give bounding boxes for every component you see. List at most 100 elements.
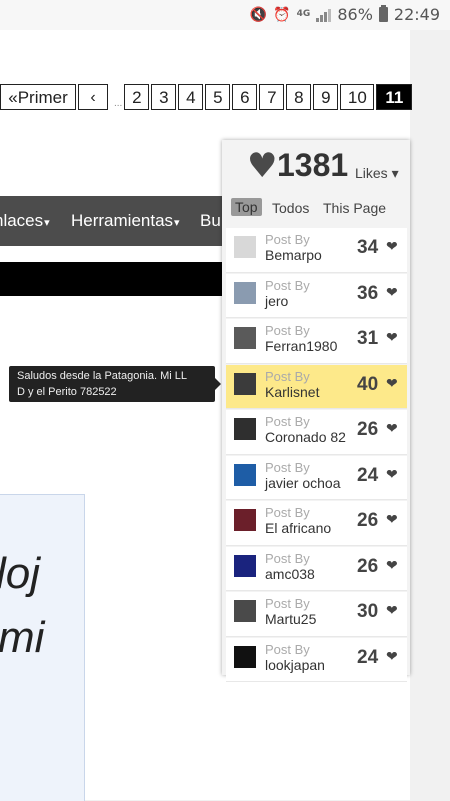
avatar[interactable]	[234, 600, 256, 622]
heart-icon: ❤	[386, 375, 398, 392]
like-score: 31	[357, 328, 379, 349]
post-by-label: Post By	[265, 550, 310, 566]
likes-row[interactable]: Post By jero 36 ❤	[226, 273, 407, 318]
likes-row[interactable]: Post By amc038 26 ❤	[226, 546, 407, 591]
heart-icon: ❤	[386, 648, 398, 665]
menu-item-enlaces[interactable]: nlaces▾	[0, 211, 50, 231]
page-link[interactable]: 3	[151, 84, 177, 110]
tab-top[interactable]: Top	[231, 198, 262, 216]
username[interactable]: El africano	[265, 520, 331, 536]
heart-icon: ❤	[386, 284, 398, 301]
prev-page-button[interactable]: ‹	[78, 84, 108, 110]
like-score: 24	[357, 464, 379, 486]
likes-row[interactable]: Post By lookjapan 24 ❤	[226, 637, 407, 682]
tooltip-line: Saludos desde la Patagonia. Mi LL	[17, 370, 188, 382]
post-by-label: Post By	[265, 323, 310, 338]
page-link[interactable]: 6	[232, 84, 258, 110]
post-by-label: Post By	[265, 641, 310, 657]
likes-count: 1381	[277, 147, 349, 183]
heart-icon: ♥	[247, 146, 278, 186]
likes-list: Post By Bemarpo 34 ❤ Post By jero 36 ❤ Post By Fe…	[226, 228, 407, 683]
battery-icon	[378, 5, 388, 22]
heart-icon: ❤	[386, 330, 398, 346]
avatar[interactable]	[234, 509, 256, 531]
likes-row[interactable]: Post By Ferran1980 31 ❤	[226, 319, 407, 364]
like-score: 26	[357, 555, 379, 577]
clock: 22:49	[393, 5, 440, 24]
heart-icon: ❤	[386, 239, 398, 255]
like-score: 36	[357, 282, 379, 304]
like-score: 34	[357, 237, 379, 258]
likes-row[interactable]: Post By Karlisnet 40 ❤	[226, 364, 407, 409]
like-score: 40	[357, 373, 379, 395]
tab-todos[interactable]: Todos	[272, 200, 309, 216]
username[interactable]: Martu25	[265, 611, 316, 627]
mute-icon: 🔇	[249, 6, 268, 23]
menu-item-label: nlaces	[0, 211, 44, 230]
first-page-button[interactable]: «Primer	[0, 84, 76, 110]
likes-widget: ♥ 1381 Likes ▾ Top Todos This Page Post …	[222, 140, 410, 682]
likes-row[interactable]: Post By Bemarpo 34 ❤	[226, 228, 407, 273]
post-by-label: Post By	[265, 232, 310, 247]
current-page[interactable]: 11	[376, 84, 413, 110]
status-bar: 🔇 ⏰ 4G 86% 22:49	[0, 0, 450, 30]
page-link[interactable]: 8	[286, 84, 312, 110]
alarm-icon: ⏰	[273, 6, 291, 23]
heart-icon: ❤	[386, 466, 398, 483]
black-bar	[0, 262, 222, 296]
likes-row[interactable]: Post By Martu25 30 ❤	[226, 592, 407, 637]
heart-icon: ❤	[386, 512, 398, 528]
heart-icon: ❤	[386, 421, 398, 437]
page-link[interactable]: 4	[178, 84, 204, 110]
avatar[interactable]	[234, 327, 256, 349]
likes-row[interactable]: Post By javier ochoa 24 ❤	[226, 455, 407, 500]
avatar[interactable]	[234, 372, 256, 395]
avatar[interactable]	[234, 236, 256, 258]
nav-menu: nlaces▾ Herramientas▾ Bu	[0, 196, 222, 246]
tooltip-arrow	[215, 378, 221, 390]
post-by-label: Post By	[265, 596, 310, 611]
menu-item-herramientas[interactable]: Herramientas▾	[71, 211, 180, 231]
likes-dropdown[interactable]: Likes ▾	[355, 165, 399, 182]
page-link[interactable]: 10	[340, 84, 375, 110]
username[interactable]: lookjapan	[265, 657, 325, 673]
post-by-label: Post By	[265, 277, 310, 293]
username[interactable]: jero	[265, 293, 288, 309]
likes-row[interactable]: Post By El africano 26 ❤	[226, 501, 407, 546]
username[interactable]: javier ochoa	[265, 475, 341, 491]
avatar[interactable]	[234, 281, 256, 304]
post-text-panel: loj mi	[0, 494, 85, 801]
post-by-label: Post By	[265, 459, 310, 475]
network-type: 4G	[296, 9, 311, 19]
page-link[interactable]: 5	[205, 84, 231, 110]
avatar[interactable]	[234, 418, 256, 440]
likes-header: ♥ 1381 Likes ▾	[222, 140, 410, 188]
page-link[interactable]: 9	[313, 84, 339, 110]
avatar[interactable]	[234, 554, 256, 577]
like-score: 24	[357, 646, 379, 668]
like-score: 26	[357, 510, 379, 531]
username[interactable]: Ferran1980	[265, 338, 337, 354]
post-by-label: Post By	[265, 414, 310, 429]
tab-this-page[interactable]: This Page	[323, 200, 386, 216]
username[interactable]: Karlisnet	[265, 384, 319, 400]
page-link[interactable]: 7	[259, 84, 285, 110]
menu-item-label: Herramientas	[71, 211, 174, 230]
username[interactable]: amc038	[265, 566, 315, 582]
tooltip: Saludos desde la Patagonia. Mi LL D y el…	[9, 366, 221, 402]
avatar[interactable]	[234, 463, 256, 486]
likes-row[interactable]: Post By Coronado 82 26 ❤	[226, 410, 407, 455]
pagination: «Primer ‹ ... 2 3 4 5 6 7 8 9 10 11	[0, 82, 413, 112]
post-by-label: Post By	[265, 505, 310, 520]
page-link[interactable]: 2	[124, 84, 150, 110]
avatar[interactable]	[234, 645, 256, 668]
post-text-line: mi	[0, 613, 45, 662]
like-score: 26	[357, 419, 379, 440]
likes-tabs: Top Todos This Page	[222, 198, 410, 220]
menu-item-buscar[interactable]: Bu	[200, 211, 221, 231]
like-score: 30	[357, 601, 379, 622]
heart-icon: ❤	[386, 603, 398, 619]
username[interactable]: Coronado 82	[265, 429, 346, 445]
post-text-line: loj	[0, 549, 41, 598]
username[interactable]: Bemarpo	[265, 247, 322, 263]
